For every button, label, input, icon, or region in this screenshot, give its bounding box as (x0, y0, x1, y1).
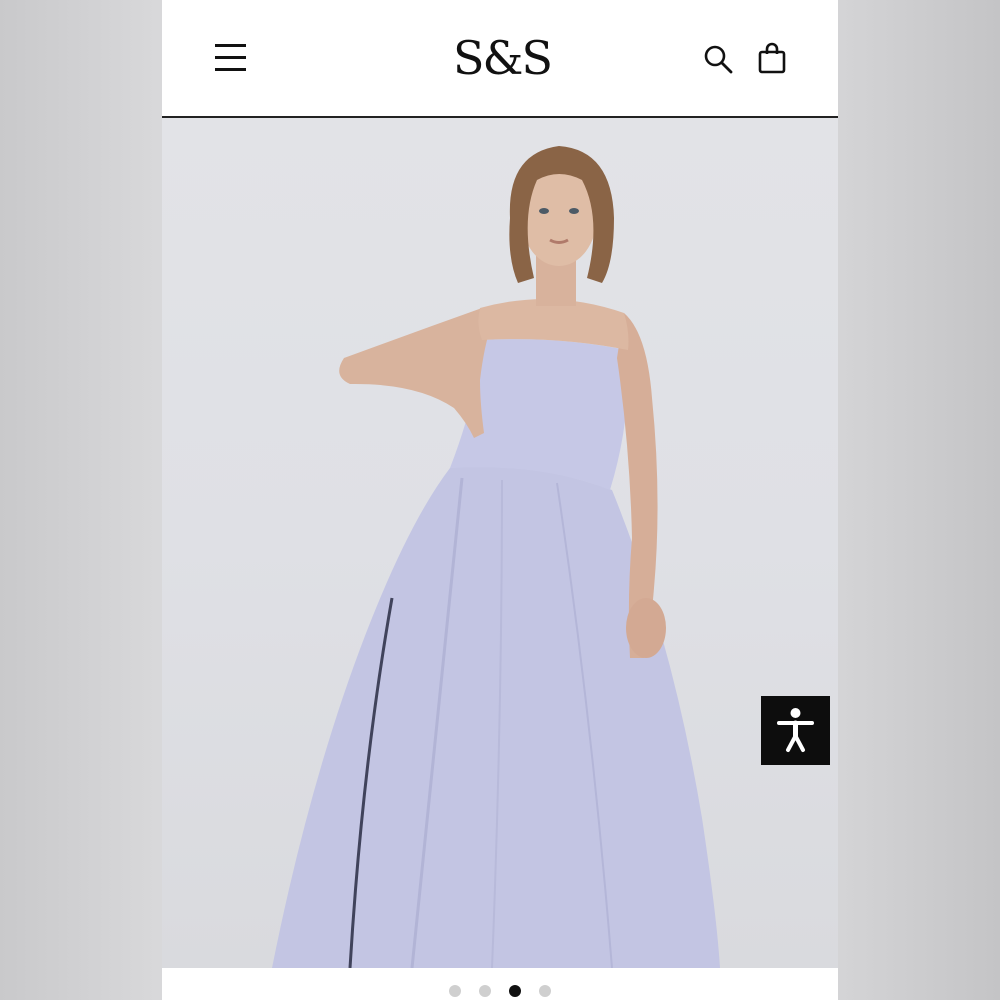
model-in-dress-photo (272, 146, 720, 968)
hamburger-line (215, 68, 246, 71)
accessibility-button[interactable] (761, 696, 830, 765)
carousel-dot-2[interactable] (479, 985, 491, 997)
hamburger-menu-icon (215, 44, 246, 47)
search-icon (704, 45, 733, 74)
brand-logo[interactable]: S&S (422, 28, 582, 88)
menu-button[interactable] (212, 40, 248, 76)
shopping-bag-icon (758, 42, 786, 74)
hamburger-line (215, 56, 246, 59)
site-header: S&S (162, 0, 838, 118)
product-image[interactable] (162, 118, 838, 968)
mobile-screen: S&S (162, 0, 838, 1000)
search-button[interactable] (702, 43, 734, 75)
carousel-dot-1[interactable] (449, 985, 461, 997)
carousel-dot-3-active[interactable] (509, 985, 521, 997)
carousel-dot-4[interactable] (539, 985, 551, 997)
cart-button[interactable] (756, 42, 788, 76)
accessibility-person-icon (777, 708, 814, 752)
carousel-pagination (162, 985, 838, 1000)
